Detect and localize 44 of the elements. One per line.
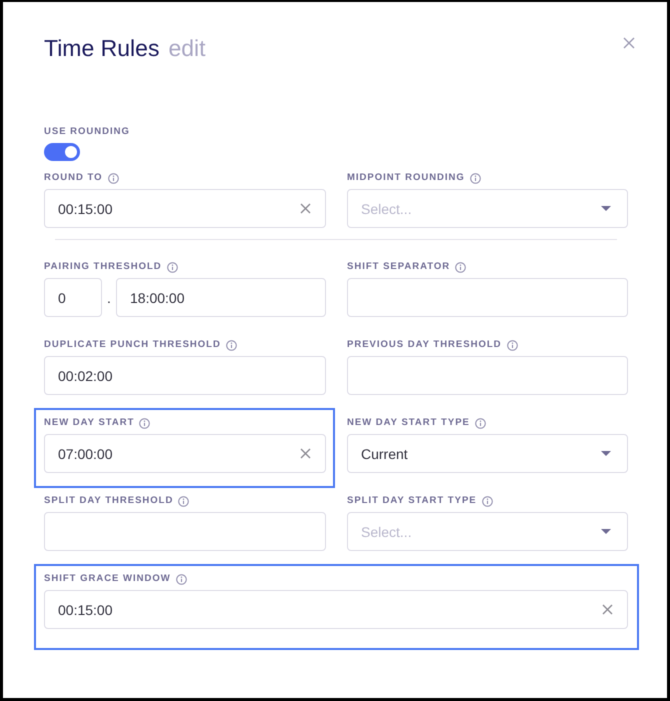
field-label: DUPLICATE PUNCH THRESHOLD [44,338,221,352]
input-field[interactable]: 00:02:00 [44,356,326,395]
input-field[interactable]: 18:00:00 [116,278,326,317]
info-icon[interactable] [455,262,466,272]
info-icon[interactable] [176,574,187,584]
field-label: PAIRING THRESHOLD [44,260,162,274]
info-icon[interactable] [226,340,237,350]
toggle-label: USE ROUNDING [44,125,130,139]
dialog-subtitle: edit [168,34,206,62]
field-label: SHIFT SEPARATOR [347,260,450,274]
input-field[interactable]: 0 [44,278,102,317]
info-icon[interactable] [178,496,190,506]
caret-icon [601,529,611,534]
dialog-title: Time Rules [44,34,160,62]
clear-icon[interactable] [300,203,311,214]
info-icon[interactable] [139,418,150,428]
input-field[interactable]: 00:15:00 [44,189,326,228]
info-icon[interactable] [482,496,493,506]
field-label: ROUND TO [44,171,102,185]
separator-text: . [106,290,112,306]
field-label: MIDPOINT ROUNDING [347,171,465,185]
field-label: NEW DAY START TYPE [347,416,470,430]
field-label: SPLIT DAY START TYPE [347,494,477,508]
toggle-switch[interactable] [44,143,80,161]
caret-icon [601,451,611,456]
input-field[interactable] [347,278,628,317]
caret-icon [601,206,611,211]
select-field[interactable]: Current [347,434,628,473]
clear-icon[interactable] [602,604,613,615]
input-field[interactable]: 07:00:00 [44,434,326,473]
info-icon[interactable] [470,172,481,184]
clear-icon[interactable] [300,448,311,459]
info-icon[interactable] [506,340,518,350]
field-label: SHIFT GRACE WINDOW [44,572,171,586]
input-field[interactable]: 00:15:00 [44,590,628,629]
close-icon[interactable] [623,37,635,49]
field-label: NEW DAY START [44,416,134,430]
field-label: SPLIT DAY THRESHOLD [44,494,174,508]
info-icon[interactable] [474,418,486,428]
input-field[interactable] [44,512,326,551]
info-icon[interactable] [166,262,178,272]
info-icon[interactable] [108,172,118,184]
field-label: PREVIOUS DAY THRESHOLD [347,338,502,352]
input-field[interactable] [347,356,628,395]
